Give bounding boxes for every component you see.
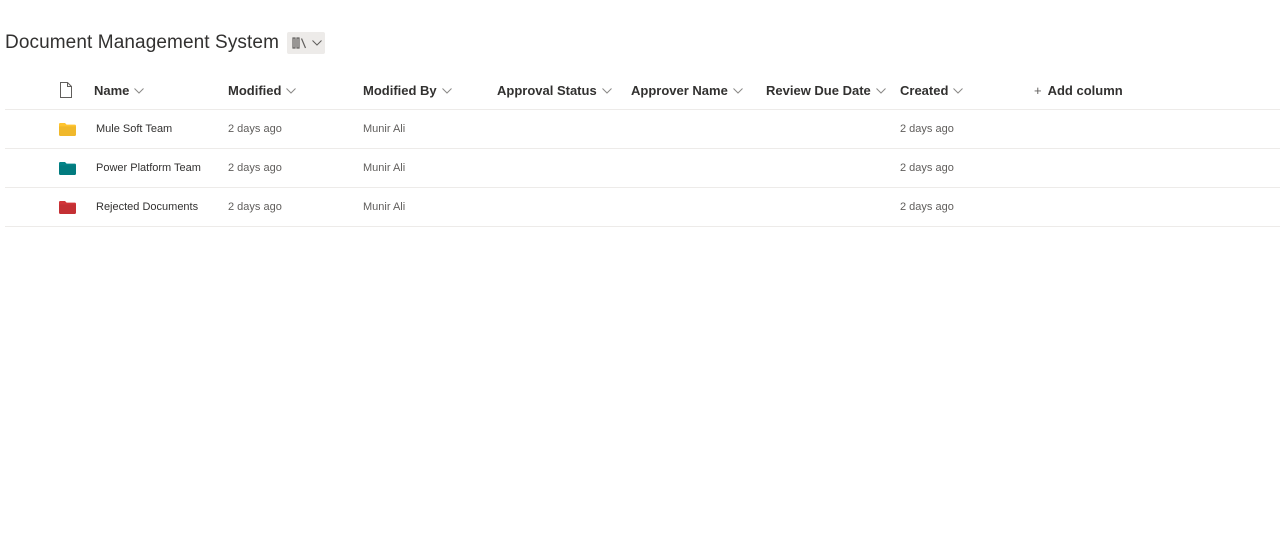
column-header-modified[interactable]: Modified <box>228 71 297 109</box>
modified-by-cell[interactable]: Munir Ali <box>363 110 405 148</box>
file-name-link[interactable]: Rejected Documents <box>96 188 198 226</box>
page-title: Document Management System <box>5 32 279 53</box>
created-cell: 2 days ago <box>900 201 954 213</box>
modified-cell: 2 days ago <box>228 162 282 174</box>
column-header-label: Modified <box>228 82 282 98</box>
column-header-approver-name[interactable]: Approver Name <box>631 71 743 109</box>
view-switcher-button[interactable] <box>287 32 325 54</box>
folder-icon <box>59 201 76 214</box>
modified-by-cell[interactable]: Munir Ali <box>363 188 405 226</box>
chevron-down-icon <box>601 87 612 94</box>
library-icon <box>292 37 307 49</box>
chevron-down-icon <box>441 87 452 94</box>
add-column-button[interactable]: + Add column <box>1034 71 1123 109</box>
chevron-down-icon <box>875 87 886 94</box>
column-header-label: Review Due Date <box>766 82 871 98</box>
column-header-label: Name <box>94 82 130 98</box>
column-header-label: Approval Status <box>497 82 597 98</box>
file-name-link[interactable]: Mule Soft Team <box>96 110 172 148</box>
column-header-name[interactable]: Name <box>94 71 145 109</box>
table-row[interactable]: Power Platform Team 2 days ago Munir Ali… <box>5 149 1280 188</box>
chevron-down-icon <box>312 40 322 46</box>
column-header-label: Created <box>900 82 949 98</box>
add-column-label: Add column <box>1047 82 1123 98</box>
library-header: Document Management System <box>5 30 325 56</box>
column-header-row: Name Modified Modified By Approval Statu… <box>5 71 1280 110</box>
chevron-down-icon <box>732 87 743 94</box>
column-header-approval-status[interactable]: Approval Status <box>497 71 612 109</box>
document-icon[interactable] <box>59 82 73 98</box>
chevron-down-icon <box>134 87 145 94</box>
table-row[interactable]: Rejected Documents 2 days ago Munir Ali … <box>5 188 1280 227</box>
document-list: Name Modified Modified By Approval Statu… <box>5 71 1280 227</box>
created-cell: 2 days ago <box>900 123 954 135</box>
chevron-down-icon <box>953 87 964 94</box>
document-library-page: Document Management System Name Modified… <box>0 0 1280 535</box>
column-header-created[interactable]: Created <box>900 71 964 109</box>
column-header-review-due-date[interactable]: Review Due Date <box>766 71 886 109</box>
column-header-modified-by[interactable]: Modified By <box>363 71 452 109</box>
modified-cell: 2 days ago <box>228 123 282 135</box>
column-header-label: Modified By <box>363 82 437 98</box>
chevron-down-icon <box>286 87 297 94</box>
column-header-label: Approver Name <box>631 82 728 98</box>
folder-icon <box>59 162 76 175</box>
table-row[interactable]: Mule Soft Team 2 days ago Munir Ali 2 da… <box>5 110 1280 149</box>
modified-cell: 2 days ago <box>228 201 282 213</box>
folder-icon <box>59 123 76 136</box>
file-name-link[interactable]: Power Platform Team <box>96 149 201 187</box>
plus-icon: + <box>1034 82 1042 98</box>
created-cell: 2 days ago <box>900 162 954 174</box>
modified-by-cell[interactable]: Munir Ali <box>363 149 405 187</box>
